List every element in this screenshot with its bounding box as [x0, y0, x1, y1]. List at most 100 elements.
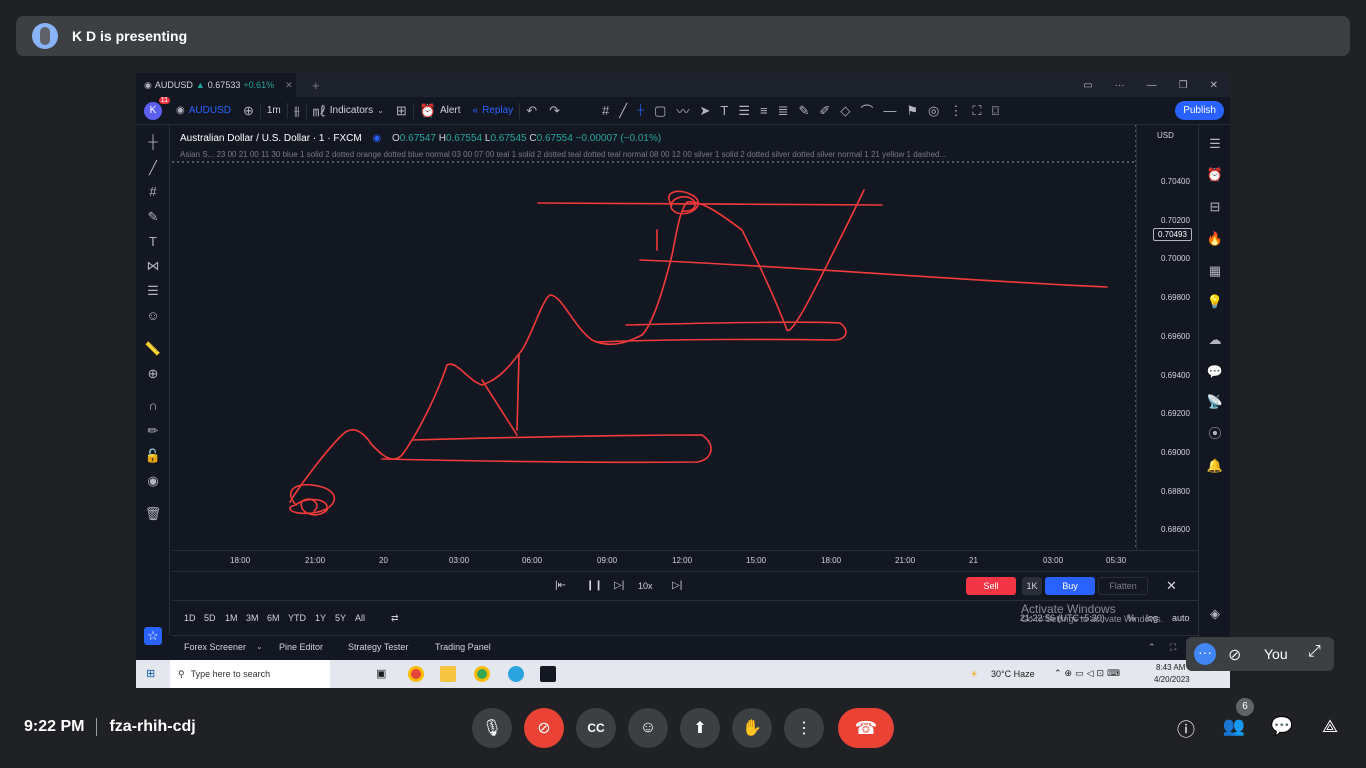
taskbar-date[interactable]: 4/20/2023: [1154, 675, 1190, 684]
auto-toggle[interactable]: auto: [1172, 613, 1190, 623]
fib-icon[interactable]: ☰: [738, 103, 750, 119]
range-button[interactable]: YTD: [288, 613, 306, 623]
zoom-icon[interactable]: ⊕: [144, 365, 162, 383]
present-button[interactable]: ⬆: [680, 708, 720, 748]
people-button[interactable]: 👥: [1222, 716, 1246, 737]
sell-button[interactable]: Sell: [966, 577, 1016, 595]
layers-icon[interactable]: ◈: [1206, 605, 1224, 623]
podcast-icon[interactable]: 📡: [1206, 393, 1224, 411]
task-view-icon[interactable]: ▣: [376, 667, 386, 680]
data-window-icon[interactable]: ⊟: [1206, 198, 1224, 216]
chart-pane[interactable]: [172, 125, 1136, 550]
minimize-icon[interactable]: —: [1147, 80, 1157, 91]
range-button[interactable]: 1M: [225, 613, 238, 623]
layouts-button[interactable]: ⊞: [390, 97, 413, 125]
camera-icon[interactable]: ⌼: [991, 103, 999, 119]
chrome-icon[interactable]: [408, 666, 424, 682]
undo-button[interactable]: ↶: [520, 97, 543, 125]
reactions-button[interactable]: ☺: [628, 708, 668, 748]
flatten-button[interactable]: Flatten: [1098, 577, 1148, 595]
grid-tool-icon[interactable]: #: [602, 103, 609, 118]
pause-icon[interactable]: ❙❙: [586, 580, 603, 591]
publish-button[interactable]: Publish: [1175, 101, 1224, 120]
close-window-icon[interactable]: ✕: [1210, 80, 1218, 91]
range-button[interactable]: 1Y: [315, 613, 326, 623]
more-icon[interactable]: ···: [1115, 80, 1125, 91]
price-axis[interactable]: USD 0.70493 0.70400 0.70200 0.70000 0.69800…: [1136, 125, 1198, 550]
flag-icon[interactable]: ⚑: [906, 103, 918, 119]
favorites-star-icon[interactable]: ☆: [144, 627, 162, 645]
range-button[interactable]: 3M: [246, 613, 259, 623]
telegram-icon[interactable]: [508, 666, 524, 682]
watchlist-icon[interactable]: ☰: [1206, 135, 1224, 153]
streams-icon[interactable]: ☁: [1206, 331, 1224, 349]
fullscreen-icon[interactable]: ⛶: [972, 103, 981, 119]
chevron-down-icon[interactable]: ⌄: [256, 642, 263, 651]
step-forward-icon[interactable]: ▷|: [614, 580, 624, 591]
range-button[interactable]: 1D: [184, 613, 196, 623]
more-options-icon[interactable]: ···: [1194, 643, 1216, 665]
rectangle-icon[interactable]: ▢: [654, 103, 666, 119]
chat-button[interactable]: 💬: [1270, 716, 1294, 737]
weather-text[interactable]: 30°C Haze: [991, 669, 1035, 679]
system-tray-icons[interactable]: ⌃⊕▭◁⊡⌨: [1054, 668, 1123, 679]
brush-icon[interactable]: ✎: [144, 208, 162, 226]
user-avatar[interactable]: K 11: [144, 96, 170, 120]
lock-icon[interactable]: 🔓: [144, 447, 162, 465]
eye-icon[interactable]: ◉: [144, 472, 162, 490]
target-icon[interactable]: ◎: [928, 103, 939, 119]
arc-icon[interactable]: ⌒: [860, 101, 873, 120]
replay-button[interactable]: «Replay: [467, 97, 520, 125]
info-button[interactable]: ⓘ: [1174, 716, 1198, 742]
tab-trading-panel[interactable]: Trading Panel: [435, 642, 491, 652]
range-button[interactable]: 5D: [204, 613, 216, 623]
ruler-icon[interactable]: 📏: [144, 340, 162, 358]
cursor-icon[interactable]: ➤: [699, 103, 710, 119]
goto-date-icon[interactable]: ⇄: [391, 613, 399, 624]
interval-button[interactable]: 1m: [261, 97, 287, 125]
mic-button[interactable]: 🎙: [472, 708, 512, 748]
expand-icon[interactable]: ⤢: [1308, 643, 1321, 661]
ideas-icon[interactable]: 💡: [1206, 293, 1224, 311]
lines-icon[interactable]: ≣: [778, 103, 789, 119]
emoji-icon[interactable]: ☺: [144, 307, 162, 325]
replay-speed[interactable]: 10x: [638, 581, 653, 591]
chrome-profile-icon[interactable]: [474, 666, 490, 682]
pencil-lock-icon[interactable]: ✏: [144, 422, 162, 440]
tab-strategy-tester[interactable]: Strategy Tester: [348, 642, 408, 652]
raise-hand-button[interactable]: ✋: [732, 708, 772, 748]
trash-icon[interactable]: 🗑: [144, 505, 162, 523]
tab-audusd[interactable]: ◉ AUDUSD ▲ 0.67533 +0.61% ✕: [136, 73, 296, 97]
horizontal-line-icon[interactable]: —: [883, 103, 896, 118]
new-tab-icon[interactable]: +: [312, 78, 320, 93]
path-icon[interactable]: 〰: [676, 101, 689, 120]
time-axis[interactable]: 18:00 21:00 20 03:00 06:00 09:00 12:00 15:00 18:…: [172, 550, 1198, 570]
text-icon[interactable]: T: [720, 103, 728, 118]
alarm-icon[interactable]: ⏰: [1206, 166, 1224, 184]
quantity-field[interactable]: 1K: [1022, 577, 1042, 595]
maximize-panel-icon[interactable]: ⛶: [1170, 642, 1176, 653]
range-button[interactable]: All: [355, 613, 365, 623]
captions-button[interactable]: CC: [576, 708, 616, 748]
crosshair-icon[interactable]: ┼: [637, 105, 644, 116]
file-explorer-icon[interactable]: [440, 666, 456, 682]
trendline-icon[interactable]: ╱: [619, 103, 627, 119]
indicators-button[interactable]: ㎖ Indicators ⌄: [307, 97, 390, 125]
brush-icon[interactable]: ✎: [799, 103, 810, 119]
symbol-search[interactable]: ◉ AUDUSD: [170, 97, 237, 125]
tradingview-icon[interactable]: [540, 666, 556, 682]
text-icon[interactable]: T: [144, 233, 162, 251]
taskbar-time[interactable]: 8:43 AM: [1156, 663, 1185, 672]
redo-button[interactable]: ↷: [543, 97, 566, 125]
currency-label[interactable]: USD: [1157, 131, 1174, 140]
pattern-icon[interactable]: ⋈: [144, 257, 162, 275]
maximize-icon[interactable]: ❐: [1179, 80, 1188, 91]
close-replay-icon[interactable]: ✕: [1166, 578, 1177, 594]
camera-button[interactable]: ⊘: [524, 708, 564, 748]
tab-forex-screener[interactable]: Forex Screener: [184, 642, 246, 652]
tab-pine-editor[interactable]: Pine Editor: [279, 642, 323, 652]
grid-tool-icon[interactable]: #: [144, 183, 162, 201]
chart-type-button[interactable]: ⫵: [288, 97, 306, 125]
taskbar-search[interactable]: ⚲ Type here to search: [170, 660, 330, 688]
bell-icon[interactable]: 🔔: [1206, 457, 1224, 475]
